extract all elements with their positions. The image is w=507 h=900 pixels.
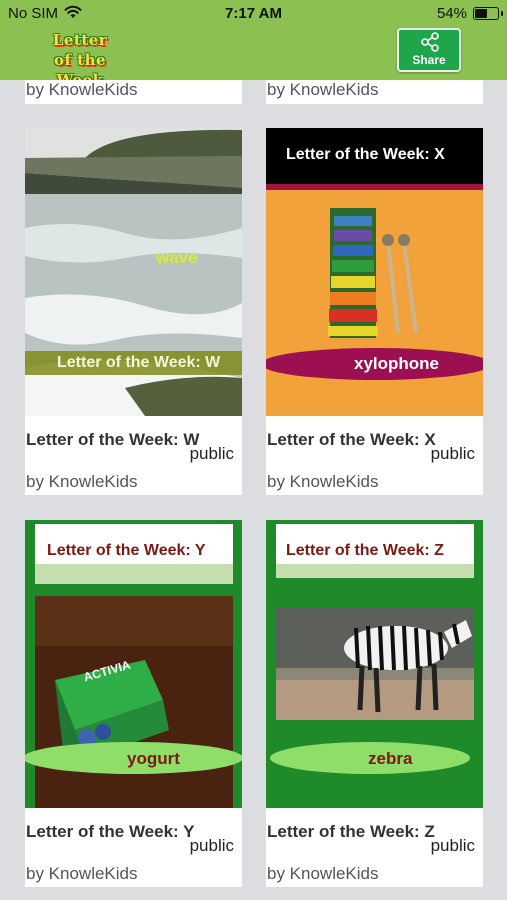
share-label: Share bbox=[412, 53, 446, 67]
battery-icon bbox=[473, 7, 503, 20]
card-thumbnail: wave Letter of the Week: W bbox=[25, 128, 242, 416]
card-letter-y[interactable]: Letter of the Week: Y ACTIVIA yogurt Let… bbox=[25, 520, 242, 887]
share-button[interactable]: Share bbox=[397, 28, 461, 72]
thumb-caption: Letter of the Week: W bbox=[57, 354, 221, 371]
card-author: by KnowleKids bbox=[267, 80, 379, 99]
status-bar: No SIM 7:17 AM 54% bbox=[0, 0, 507, 28]
thumb-word: yogurt bbox=[127, 749, 180, 768]
card-title: Letter of the Week: X bbox=[267, 430, 436, 449]
nav-bar: Letter of the Week Share bbox=[0, 28, 507, 89]
card-thumbnail: Letter of the Week: X xylophone bbox=[266, 128, 483, 416]
card-title: Letter of the Week: Y bbox=[26, 822, 195, 841]
card-title: Letter of the Week: W bbox=[26, 430, 200, 449]
app-logo[interactable]: Letter of the Week bbox=[28, 30, 132, 89]
thumb-caption: Letter of the Week: Z bbox=[286, 542, 444, 559]
card-letter-z[interactable]: Letter of the Week: Z zebra Letter of th… bbox=[266, 520, 483, 887]
card-author: by KnowleKids bbox=[267, 472, 379, 491]
thumb-word: wave bbox=[156, 248, 198, 267]
visibility-label: public bbox=[430, 836, 475, 855]
card-letter-w[interactable]: wave Letter of the Week: W Letter of the… bbox=[25, 128, 242, 495]
thumb-word: zebra bbox=[368, 749, 413, 768]
card-thumbnail: Letter of the Week: Y ACTIVIA yogurt bbox=[25, 520, 242, 808]
card-author: by KnowleKids bbox=[26, 80, 138, 99]
battery-percent: 54% bbox=[436, 5, 467, 22]
clock: 7:17 AM bbox=[225, 5, 282, 22]
card-author: by KnowleKids bbox=[26, 864, 138, 883]
thumb-caption: Letter of the Week: Y bbox=[47, 542, 206, 559]
thumb-word: xylophone bbox=[354, 354, 440, 373]
card-author: by KnowleKids bbox=[26, 472, 138, 491]
wave-image bbox=[25, 128, 242, 416]
card-thumbnail: Letter of the Week: Z zebra bbox=[266, 520, 483, 808]
thumb-caption: Letter of the Week: X bbox=[286, 146, 445, 163]
visibility-label: public bbox=[189, 836, 234, 855]
card-title: Letter of the Week: Z bbox=[267, 822, 435, 841]
logo-line-1: Letter bbox=[52, 31, 108, 49]
card-partial[interactable]: by KnowleKids bbox=[266, 80, 483, 104]
visibility-label: public bbox=[430, 444, 475, 463]
visibility-label: public bbox=[189, 444, 234, 463]
card-letter-x[interactable]: Letter of the Week: X xylophone Letter o… bbox=[266, 128, 483, 495]
share-icon bbox=[421, 32, 439, 52]
card-author: by KnowleKids bbox=[267, 864, 379, 883]
card-partial[interactable]: by KnowleKids bbox=[25, 80, 242, 104]
